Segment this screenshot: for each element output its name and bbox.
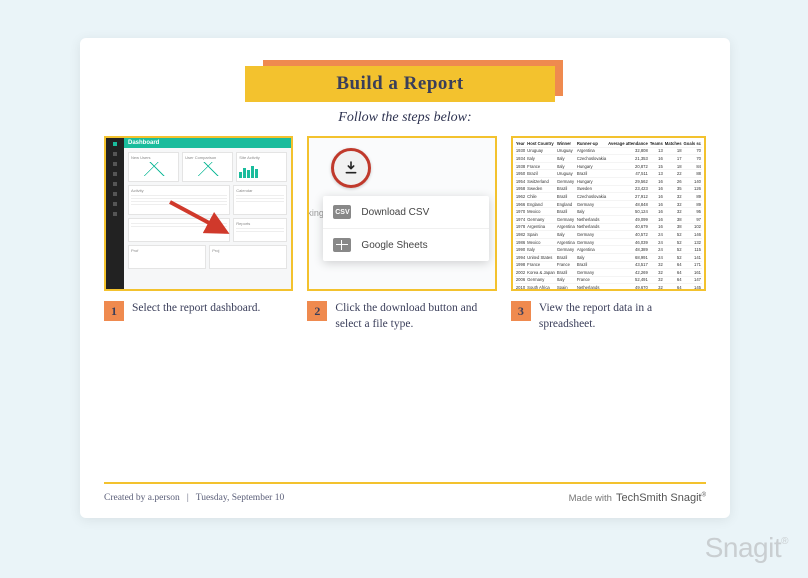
- spreadsheet-table: YearHost CountryWinnerRunner-upAverage a…: [515, 140, 702, 291]
- footer-date: Tuesday, September 10: [196, 493, 284, 503]
- step-caption: View the report data in a spreadsheet.: [539, 301, 706, 332]
- menu-item-label: Google Sheets: [361, 240, 427, 251]
- csv-icon: CSV: [333, 205, 351, 219]
- step-caption: Select the report dashboard.: [132, 301, 260, 317]
- menu-item-label: Download CSV: [361, 207, 429, 218]
- step-2: king CSV Download CSV Google Sheets 2: [307, 136, 496, 332]
- dashboard-sidebar: [106, 138, 124, 289]
- thumb-dashboard: Dashboard New Users User Comparison Site…: [104, 136, 293, 291]
- step-1: Dashboard New Users User Comparison Site…: [104, 136, 293, 332]
- page-title: Build a Report: [336, 73, 463, 95]
- menu-item-google-sheets[interactable]: Google Sheets: [323, 228, 488, 261]
- subtitle: Follow the steps below:: [104, 110, 706, 126]
- thumb-download-menu: king CSV Download CSV Google Sheets: [307, 136, 496, 291]
- step-number: 2: [307, 301, 327, 321]
- footer-left: Created by a.person | Tuesday, September…: [104, 493, 284, 503]
- dashboard-heading: Dashboard: [128, 140, 159, 146]
- title-banner: Build a Report: [245, 60, 565, 104]
- menu-item-csv[interactable]: CSV Download CSV: [323, 196, 488, 228]
- cropped-text: king: [307, 208, 324, 218]
- step-caption: Click the download button and select a f…: [335, 301, 496, 332]
- steps-row: Dashboard New Users User Comparison Site…: [104, 136, 706, 332]
- download-button[interactable]: [331, 148, 371, 188]
- made-with: Made with TechSmith Snagit®: [569, 492, 706, 504]
- tutorial-card: Build a Report Follow the steps below: D…: [80, 38, 730, 518]
- step-number: 3: [511, 301, 531, 321]
- snagit-watermark: Snagit®: [705, 532, 788, 564]
- download-menu: CSV Download CSV Google Sheets: [323, 196, 488, 261]
- created-by: Created by a.person: [104, 493, 180, 503]
- thumb-spreadsheet: YearHost CountryWinnerRunner-upAverage a…: [511, 136, 706, 291]
- download-icon: [343, 160, 359, 176]
- step-3: YearHost CountryWinnerRunner-upAverage a…: [511, 136, 706, 332]
- step-number: 1: [104, 301, 124, 321]
- footer: Created by a.person | Tuesday, September…: [104, 482, 706, 504]
- sheets-icon: [333, 238, 351, 252]
- title-bar: Build a Report: [245, 66, 555, 102]
- dashboard-main: Dashboard New Users User Comparison Site…: [124, 138, 291, 289]
